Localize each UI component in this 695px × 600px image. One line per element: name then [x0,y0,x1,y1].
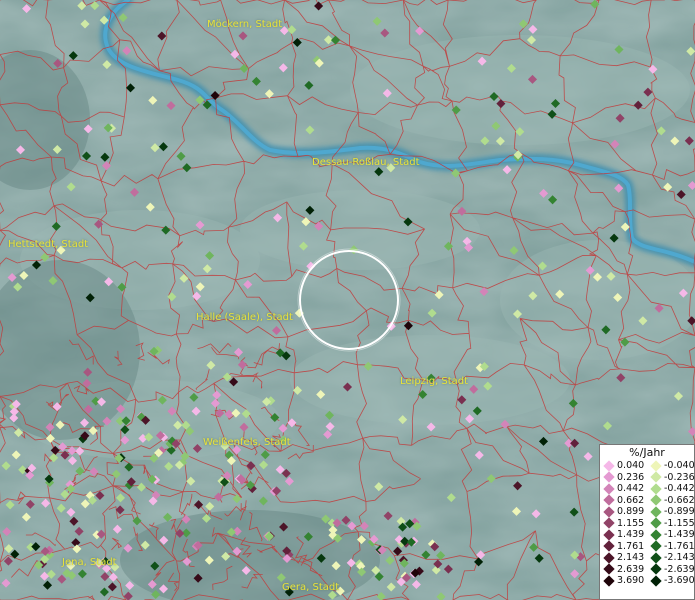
legend-entry-positive: 0.899 [600,506,647,518]
legend-swatch [603,506,615,518]
legend-row: 3.690 -3.690 [600,575,695,587]
legend-entry-positive: 0.662 [600,494,647,506]
legend-swatch [603,575,615,587]
legend-swatch [650,540,662,552]
legend-title: %/Jahr [629,446,665,459]
legend-entry-positive: 2.143 [600,552,647,564]
legend-row: 1.761 -1.761 [600,540,695,553]
legend-value: 1.155 [617,517,645,529]
legend-entry-positive: 1.439 [600,529,647,541]
legend-value: 0.899 [617,506,645,518]
legend-value: -2.639 [664,563,695,575]
legend-entry-positive: 0.236 [600,471,647,483]
legend-value: 2.639 [617,563,645,575]
legend-value: 0.040 [617,460,645,472]
legend-value: 0.442 [617,483,645,495]
legend-swatch [650,552,662,564]
legend-entry-negative: -1.761 [647,540,695,552]
legend-swatch [603,529,615,541]
city-label-hettstedt: Hettstedt, Stadt [8,239,89,250]
legend-swatch [650,483,662,495]
legend-entry-negative: -0.662 [647,494,695,506]
legend-entry-positive: 1.761 [600,540,647,552]
city-label-dessau: Dessau-Roßlau, Stadt [312,157,420,168]
legend-row: 0.442 -0.442 [600,483,695,495]
legend-value: -0.442 [664,483,695,495]
legend-rows: 0.040 -0.040 0.236 -0.236 0.442 -0.442 0.662 -0… [600,460,695,587]
legend-value: 1.439 [617,529,645,541]
legend-swatch [603,460,615,472]
legend-swatch [650,460,662,472]
selection-ring[interactable] [0,0,695,600]
legend-row: 0.899 -0.899 [600,506,695,518]
legend-entry-negative: -0.040 [647,460,695,472]
legend-entry-negative: -0.236 [647,471,695,483]
legend-swatch [603,483,615,495]
legend-entry-positive: 0.040 [600,460,647,472]
legend-value: 0.662 [617,494,645,506]
legend-value: -0.662 [664,494,695,506]
legend-swatch [650,471,662,483]
legend-value: 3.690 [617,575,645,587]
legend-value: 2.143 [617,552,645,564]
legend-swatch [603,552,615,564]
legend-value: -1.761 [664,540,695,552]
legend-entry-positive: 1.155 [600,517,647,529]
legend-entry-negative: -0.442 [647,483,695,495]
legend-swatch [603,563,615,575]
city-label-moeckern: Möckern, Stadt [207,19,283,30]
legend-value: -1.439 [664,529,695,541]
legend-value: -0.236 [664,471,695,483]
legend-swatch [650,563,662,575]
legend-entry-positive: 3.690 [600,575,647,587]
legend-value: 1.761 [617,540,645,552]
legend-value: -3.690 [664,575,695,587]
legend-row: 1.155 -1.155 [600,517,695,530]
legend-row: 0.662 -0.662 [600,494,695,507]
legend-row: 0.236 -0.236 [600,471,695,484]
legend-entry-negative: -3.690 [647,575,695,587]
city-label-weissenfels: Weißenfels, Stadt [203,437,291,448]
legend-row: 1.439 -1.439 [600,529,695,541]
city-label-leipzig: Leipzig, Stadt [400,376,469,387]
legend-value: 0.236 [617,471,645,483]
city-label-halle: Halle (Saale), Stadt [196,312,293,323]
legend-swatch [650,506,662,518]
legend-swatch [603,517,615,529]
city-label-jena: Jena, Stadt [62,557,117,568]
legend-swatch [650,494,662,506]
legend-entry-negative: -2.639 [647,563,695,575]
legend-row: 2.143 -2.143 [600,552,695,564]
legend-entry-positive: 2.639 [600,563,647,575]
legend-entry-negative: -1.439 [647,529,695,541]
map-view[interactable]: Möckern, Stadt Dessau-Roßlau, Stadt Hett… [0,0,695,600]
legend-value: -0.040 [664,460,695,472]
legend-swatch [603,471,615,483]
legend-row: 0.040 -0.040 [600,460,695,472]
legend-entry-negative: -1.155 [647,517,695,529]
legend-swatch [650,517,662,529]
legend-entry-negative: -2.143 [647,552,695,564]
legend-swatch [603,540,615,552]
legend-value: -1.155 [664,517,695,529]
legend-swatch [650,529,662,541]
legend-value: -0.899 [664,506,695,518]
city-label-gera: Gera, Stadt [282,582,340,593]
legend-value: -2.143 [664,552,695,564]
legend-row: 2.639 -2.639 [600,563,695,576]
legend-entry-negative: -0.899 [647,506,695,518]
legend-swatch [650,575,662,587]
map-legend: %/Jahr 0.040 -0.040 0.236 -0.236 0.442 -0.442… [599,444,695,600]
legend-swatch [603,494,615,506]
legend-entry-positive: 0.442 [600,483,647,495]
